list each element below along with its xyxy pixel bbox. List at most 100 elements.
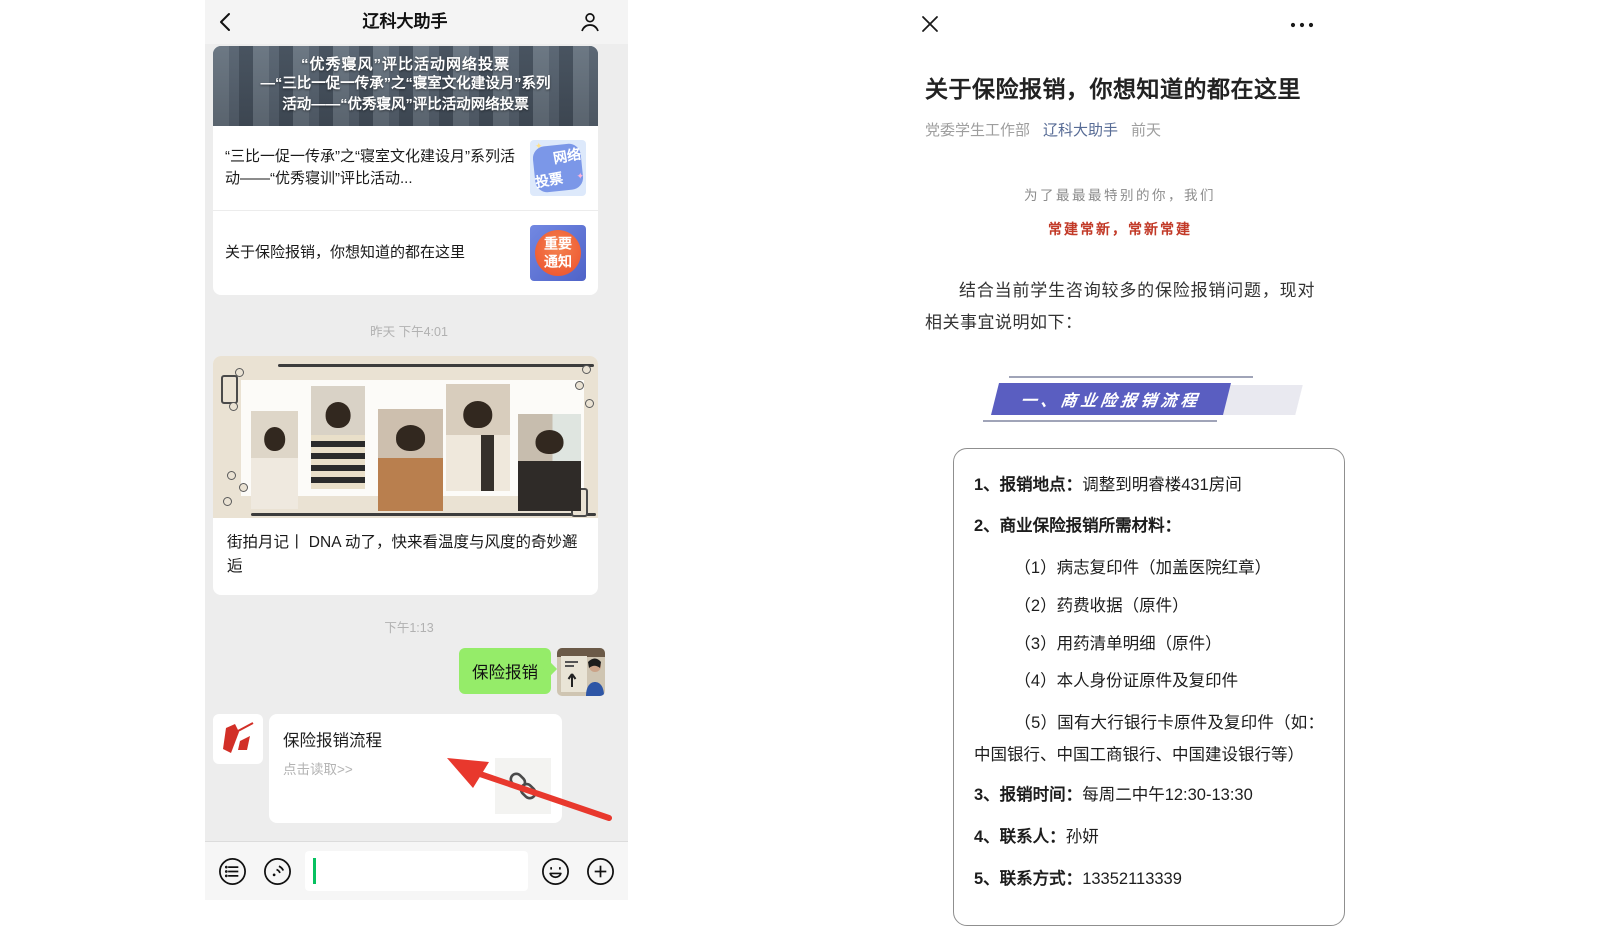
list-menu-icon — [217, 856, 248, 887]
article-date: 前天 — [1131, 119, 1161, 140]
close-x-icon — [920, 14, 940, 34]
collage-photo-2 — [311, 386, 365, 489]
article-title: 关于保险报销，你想知道的都在这里 — [925, 74, 1315, 105]
article-push-card: “优秀寝风”评比活动网络投票 —“三比一促一传承”之“寝室文化建设月”系列 活动… — [213, 46, 598, 295]
slogan-line: 常建常新，常新常建 — [905, 219, 1335, 239]
reimbursement-info-box: 1、报销地点：调整到明睿楼431房间 2、商业保险报销所需材料： （1）病志复印… — [953, 448, 1345, 926]
box-subitem-1: （1）病志复印件（加盖医院红章） — [974, 556, 1324, 581]
collage-photo-4 — [446, 384, 510, 491]
box-item-text: 每周二中午12:30-13:30 — [1082, 786, 1253, 804]
frame-deco-rect — [221, 375, 238, 404]
voice-input-button[interactable] — [262, 856, 293, 887]
collage-photo-3 — [378, 409, 443, 511]
frame-line — [251, 513, 596, 516]
collage-card-title: 街拍月记丨 DNA 动了，快来看温度与风度的奇妙邂逅 — [213, 518, 598, 595]
voice-wave-icon — [262, 856, 293, 887]
user-avatar-image — [557, 648, 605, 696]
collage-photo-1 — [251, 411, 298, 509]
link-card-title: 保险报销流程 — [283, 727, 548, 751]
person-icon — [578, 10, 602, 34]
more-options-button[interactable] — [1289, 14, 1311, 36]
user-avatar[interactable] — [557, 648, 605, 696]
message-list: “优秀寝风”评比活动网络投票 —“三比一促一传承”之“寝室文化建设月”系列 活动… — [213, 46, 605, 823]
frame-deco-dot — [227, 471, 236, 480]
close-button[interactable] — [920, 14, 942, 36]
article-item-thumbnail-vote: ✦ 网络 投票 ✦ — [530, 140, 586, 196]
article-list-item-1[interactable]: “三比一促一传承”之“寝室文化建设月”系列活动——“优秀寝训”评比活动... ✦… — [213, 126, 598, 210]
frame-deco-dot — [235, 368, 244, 377]
cover-subline-1: —“三比一促一传承”之“寝室文化建设月”系列 — [213, 74, 598, 95]
box-item-location: 1、报销地点：调整到明睿楼431房间 — [974, 473, 1324, 498]
article-author: 党委学生工作部 — [925, 119, 1030, 140]
thumb-word: 重要 通知 — [530, 236, 586, 271]
more-attachments-button[interactable] — [585, 856, 616, 887]
box-item-prefix: 2、商业保险报销所需材料： — [974, 517, 1181, 535]
box-subitem-2: （2）药费收据（原件） — [974, 594, 1324, 619]
outgoing-message-bubble[interactable]: 保险报销 — [459, 648, 551, 694]
wechat-article-view: 关于保险报销，你想知道的都在这里 党委学生工作部 辽科大助手 前天 为了最最最特… — [905, 0, 1335, 926]
text-cursor — [313, 858, 316, 884]
chat-header: 辽科大助手 — [205, 0, 628, 44]
incoming-message-row: 保险报销流程 点击读取>> — [213, 714, 605, 823]
message-input[interactable] — [305, 851, 528, 891]
official-account-avatar[interactable] — [213, 714, 263, 764]
box-item-prefix: 1、报销地点： — [974, 476, 1082, 494]
article-list-item-2[interactable]: 关于保险报销，你想知道的都在这里 重要 通知 — [213, 210, 598, 295]
box-subitem-5: （5）国有大行银行卡原件及复印件（如：中国银行、中国工商银行、中国建设银行等） — [974, 707, 1324, 771]
chat-input-bar — [205, 841, 628, 900]
box-item-text: 13352113339 — [1082, 870, 1182, 888]
frame-deco-dot — [585, 399, 594, 408]
ellipsis-icon — [1289, 14, 1315, 36]
contact-profile-button[interactable] — [578, 10, 602, 34]
box-item-phone: 5、联系方式：13352113339 — [974, 867, 1324, 892]
link-thumbnail — [495, 758, 551, 814]
badge-line — [1009, 376, 1253, 378]
frame-deco-dot — [239, 483, 248, 492]
frame-line — [278, 364, 594, 367]
collage-cover-image — [213, 356, 598, 518]
article-cover-image[interactable]: “优秀寝风”评比活动网络投票 —“三比一促一传承”之“寝室文化建设月”系列 活动… — [213, 46, 598, 126]
box-item-contact: 4、联系人：孙妍 — [974, 825, 1324, 850]
outgoing-message-row: 保险报销 — [213, 648, 605, 696]
emoji-button[interactable] — [540, 856, 571, 887]
frame-deco-dot — [223, 497, 232, 506]
collage-push-card[interactable]: 街拍月记丨 DNA 动了，快来看温度与风度的奇妙邂逅 — [213, 356, 598, 595]
account-logo-icon — [218, 719, 258, 759]
box-item-prefix: 3、报销时间： — [974, 786, 1082, 804]
box-item-time: 3、报销时间：每周二中午12:30-13:30 — [974, 783, 1324, 808]
box-subitem-3: （3）用药清单明细（原件） — [974, 632, 1324, 657]
sparkle-icon: ✦ — [576, 171, 584, 182]
article-byline: 党委学生工作部 辽科大助手 前天 — [925, 119, 1315, 140]
frame-deco-dot — [582, 365, 591, 374]
cover-headline: “优秀寝风”评比活动网络投票 — [213, 46, 598, 74]
article-item-title: 关于保险报销，你想知道的都在这里 — [225, 242, 520, 265]
timestamp: 昨天 下午4:01 — [213, 321, 605, 340]
badge-line — [983, 420, 1217, 422]
cover-subline-2: 活动——“优秀寝风”评比活动网络投票 — [213, 95, 598, 116]
timestamp: 下午1:13 — [213, 617, 605, 636]
section-badge-label: 一、商业险报销流程 — [1019, 387, 1202, 411]
box-item-materials: 2、商业保险报销所需材料： — [974, 514, 1324, 539]
box-item-text: 孙妍 — [1066, 828, 1099, 846]
smiley-icon — [540, 856, 571, 887]
plus-icon — [585, 856, 616, 887]
account-link[interactable]: 辽科大助手 — [1043, 119, 1118, 140]
article-header — [905, 0, 1335, 36]
chain-link-icon — [503, 766, 543, 806]
collage-photo-5 — [518, 414, 581, 511]
article-paragraph: 结合当前学生咨询较多的保险报销问题，现对相关事宜说明如下： — [925, 275, 1315, 340]
wechat-chat-screen: 辽科大助手 “优秀寝风”评比活动网络投票 —“三比一促一传承”之“寝室文化建设月… — [205, 0, 628, 900]
article-item-thumbnail-notice: 重要 通知 — [530, 225, 586, 281]
intro-line: 为了最最最特别的你，我们 — [905, 184, 1335, 204]
frame-deco-dot — [229, 402, 238, 411]
badge-shape: 一、商业险报销流程 — [991, 383, 1231, 415]
box-item-text: 调整到明睿楼431房间 — [1082, 476, 1242, 494]
chat-title: 辽科大助手 — [205, 0, 605, 44]
shortcut-menu-button[interactable] — [217, 856, 248, 887]
box-item-prefix: 4、联系人： — [974, 828, 1066, 846]
box-item-prefix: 5、联系方式： — [974, 870, 1082, 888]
link-message-card[interactable]: 保险报销流程 点击读取>> — [269, 714, 562, 823]
frame-deco-dot — [575, 381, 584, 390]
box-subitem-4: （4）本人身份证原件及复印件 — [974, 669, 1324, 694]
article-item-title: “三比一促一传承”之“寝室文化建设月”系列活动——“优秀寝训”评比活动... — [225, 146, 520, 191]
